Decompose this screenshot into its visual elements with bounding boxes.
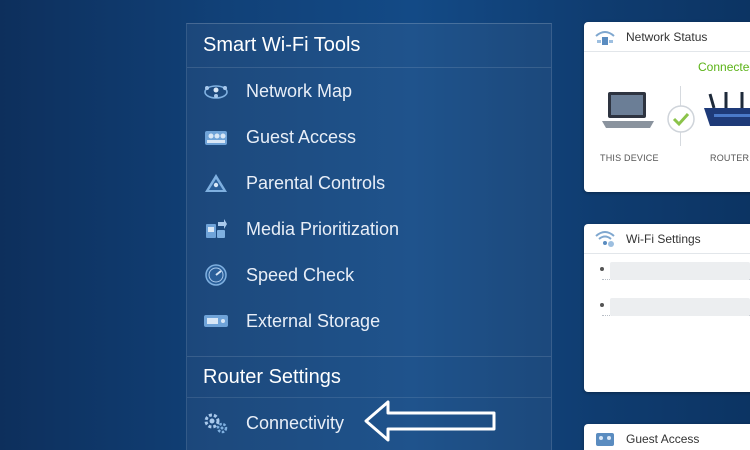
menu-item-media-prioritization[interactable]: Media Prioritization <box>187 206 551 252</box>
network-name-placeholder <box>610 262 750 280</box>
menu-item-label: Media Prioritization <box>246 218 400 239</box>
card-title: Network Status <box>626 29 708 44</box>
guest-access-icon <box>203 126 229 148</box>
menu-item-speed-check[interactable]: Speed Check <box>187 252 551 298</box>
router-label: ROUTER <box>710 153 750 163</box>
router-icon <box>704 92 750 126</box>
connection-status: Connected <box>698 60 750 74</box>
menu-item-network-map[interactable]: Network Map <box>187 68 551 114</box>
menu-item-label: External Storage <box>246 310 381 331</box>
card-title: Guest Access <box>626 432 700 446</box>
menu-item-external-storage[interactable]: External Storage <box>187 298 551 344</box>
wifi-settings-card[interactable]: Wi-Fi Settings <box>584 224 750 392</box>
menu-item-label: Connectivity <box>246 412 345 433</box>
router-settings-header: Router Settings <box>187 356 551 398</box>
external-storage-icon <box>203 310 229 332</box>
guest-access-card[interactable]: Guest Access <box>584 424 750 450</box>
network-map-icon <box>203 80 229 102</box>
bullet <box>600 303 604 307</box>
smart-wifi-tools-panel: Smart Wi-Fi Tools Network Map Guest Acce… <box>186 23 552 450</box>
guest-access-card-icon <box>594 430 616 448</box>
smart-wifi-tools-header: Smart Wi-Fi Tools <box>187 24 551 68</box>
checkmark-icon <box>667 105 695 133</box>
wifi-network-row[interactable] <box>600 262 750 280</box>
menu-item-label: Guest Access <box>246 126 357 147</box>
menu-item-label: Speed Check <box>246 264 355 285</box>
laptop-icon <box>602 92 654 128</box>
gears-icon <box>203 412 229 434</box>
menu-item-label: Parental Controls <box>246 172 386 193</box>
card-title: Wi-Fi Settings <box>626 231 701 246</box>
wifi-network-row[interactable] <box>600 298 750 316</box>
bullet <box>600 267 604 271</box>
menu-item-label: Network Map <box>246 80 353 101</box>
network-status-icon <box>594 28 616 46</box>
menu-item-parental-controls[interactable]: Parental Controls <box>187 160 551 206</box>
parental-controls-icon <box>203 172 229 194</box>
media-prioritization-icon <box>203 218 229 240</box>
wifi-settings-icon <box>594 230 616 248</box>
network-status-card[interactable]: Network Status Connected THIS DEVICE ROU… <box>584 22 750 192</box>
speed-check-icon <box>203 264 229 286</box>
menu-item-guest-access[interactable]: Guest Access <box>187 114 551 160</box>
network-name-placeholder <box>610 298 750 316</box>
pointer-arrow-icon <box>364 400 496 442</box>
this-device-label: THIS DEVICE <box>600 153 659 163</box>
